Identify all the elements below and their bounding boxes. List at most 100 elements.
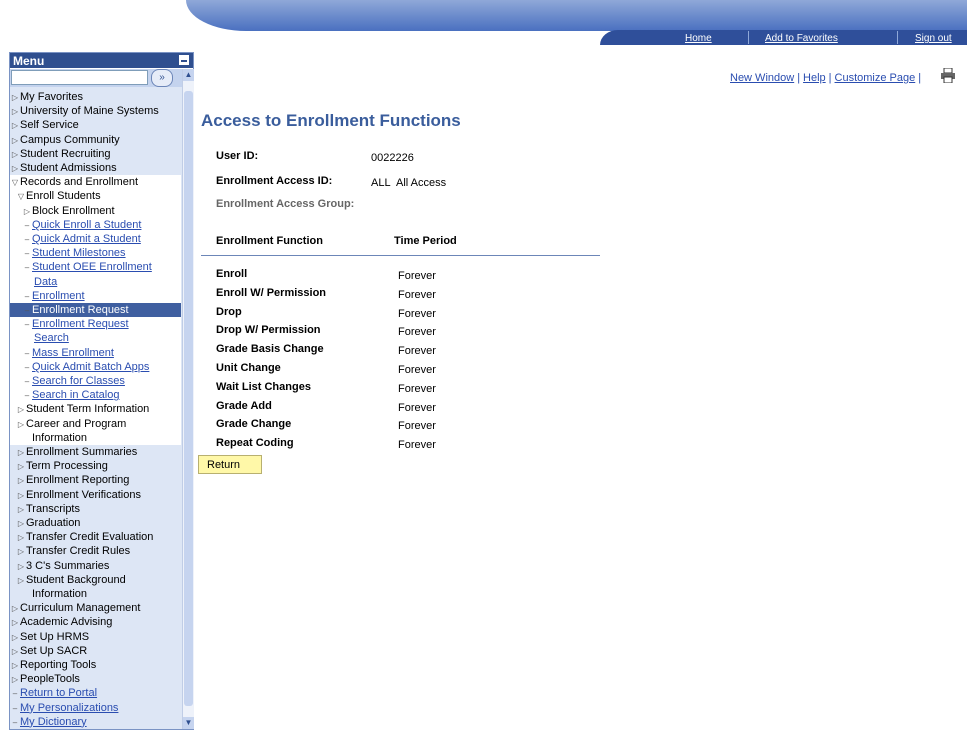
expand-triangle-icon[interactable]: ▷ [16,517,26,531]
home-link[interactable]: Home [685,33,712,44]
menu-item-search-for-classes[interactable]: – Search for Classes [22,374,125,388]
menu-item-quick-admit-a-student[interactable]: – Quick Admit a Student [22,232,141,246]
menu-item-student-milestones[interactable]: – Student Milestones [22,246,126,260]
menu-item-enroll-students[interactable]: ▽ Enroll Students [16,189,101,203]
menu-item-quick-enroll-a-student[interactable]: – Quick Enroll a Student [22,218,142,232]
menu-item-academic-advising[interactable]: ▷ Academic Advising [10,615,112,629]
access-id-label: Enrollment Access ID: [216,175,333,187]
menu-item-campus-community[interactable]: ▷ Campus Community [10,133,120,147]
expand-triangle-icon[interactable]: ▷ [16,560,26,574]
expand-triangle-icon[interactable]: ▷ [10,162,20,176]
menu-item-enrollment-request[interactable]: – Enrollment Request [10,303,181,317]
scroll-up-icon[interactable]: ▲ [183,69,194,81]
column-header-time-period: Time Period [394,235,457,247]
new-window-link[interactable]: New Window [730,72,794,84]
customize-page-link[interactable]: Customize Page [835,72,916,84]
menu-item-my-favorites[interactable]: ▷ My Favorites [10,90,83,104]
expand-triangle-icon[interactable]: ▷ [16,446,26,460]
menu-item-student-admissions[interactable]: ▷ Student Admissions [10,161,117,175]
menu-item-search-in-catalog[interactable]: – Search in Catalog [22,388,120,402]
expand-triangle-icon[interactable]: ▷ [16,403,26,417]
expand-triangle-icon[interactable]: ▷ [10,602,20,616]
menu-item-student-oee-enrollment[interactable]: – Student OEE Enrollment [22,260,152,274]
menu-item-my-personalizations[interactable]: – My Personalizations [10,701,119,715]
menu-item-return-to-portal[interactable]: – Return to Portal [10,686,97,700]
menu-item-3-c-s-summaries[interactable]: ▷ 3 C's Summaries [16,559,109,573]
menu-item-peopletools[interactable]: ▷ PeopleTools [10,672,80,686]
menu-item-transfer-credit-evaluation[interactable]: ▷ Transfer Credit Evaluation [16,530,153,544]
expand-triangle-icon[interactable]: ▷ [10,659,20,673]
enrollment-function-name: Drop [216,305,242,318]
menu-item-transfer-credit-rules[interactable]: ▷ Transfer Credit Rules [16,544,130,558]
menu-item-transcripts[interactable]: ▷ Transcripts [16,502,80,516]
dash-bullet-icon: – [24,220,30,230]
time-period-value: Forever [398,401,436,414]
expand-triangle-icon[interactable]: ▷ [10,148,20,162]
expand-triangle-icon[interactable]: ▷ [10,119,20,133]
enrollment-function-name: Drop W/ Permission [216,324,321,337]
menu-item-label: My Dictionary [20,715,87,728]
enrollment-function-name: Wait List Changes [216,380,311,393]
dash-bullet-icon: – [24,320,30,330]
menu-item-student-background[interactable]: ▷ Student Background [16,573,126,587]
menu-item-records-and-enrollment[interactable]: ▽ Records and Enrollment [10,175,138,189]
menu-item-term-processing[interactable]: ▷ Term Processing [16,459,108,473]
dash-bullet-icon: – [24,263,30,273]
expand-triangle-icon[interactable]: ▷ [16,460,26,474]
time-period-value: Forever [398,307,436,320]
menu-search-input[interactable] [11,70,148,85]
expand-triangle-icon[interactable]: ▷ [10,673,20,687]
expand-triangle-icon[interactable]: ▷ [16,503,26,517]
menu-item-data[interactable]: Data [34,275,57,289]
menu-scrollbar[interactable]: ▲ ▼ [182,69,194,729]
menu-item-label: Enrollment Verifications [26,488,141,501]
add-to-favorites-link[interactable]: Add to Favorites [765,33,838,44]
menu-item-quick-admit-batch-apps[interactable]: – Quick Admit Batch Apps [22,360,150,374]
menu-item-enrollment-request[interactable]: – Enrollment Request [22,317,129,331]
collapse-triangle-icon[interactable]: ▽ [10,176,20,190]
menu-item-set-up-sacr[interactable]: ▷ Set Up SACR [10,644,87,658]
expand-triangle-icon[interactable]: ▷ [10,631,20,645]
menu-item-career-and-program[interactable]: ▷ Career and Program [16,417,126,431]
expand-triangle-icon[interactable]: ▷ [10,134,20,148]
menu-item-enrollment-reporting[interactable]: ▷ Enrollment Reporting [16,473,129,487]
menu-item-university-of-maine-systems[interactable]: ▷ University of Maine Systems [10,104,159,118]
return-button[interactable]: Return [198,455,262,474]
expand-triangle-icon[interactable]: ▷ [10,105,20,119]
menu-item-enrollment[interactable]: – Enrollment [22,289,85,303]
expand-triangle-icon[interactable]: ▷ [10,616,20,630]
menu-item-curriculum-management[interactable]: ▷ Curriculum Management [10,601,141,616]
expand-triangle-icon[interactable]: ▷ [10,91,20,105]
menu-item-mass-enrollment[interactable]: – Mass Enrollment [22,346,114,360]
expand-triangle-icon[interactable]: ▷ [16,489,26,503]
expand-triangle-icon[interactable]: ▷ [10,645,20,659]
page-utility-links: New Window | Help | Customize Page | [730,72,924,84]
expand-triangle-icon[interactable]: ▷ [16,531,26,545]
expand-triangle-icon[interactable]: ▷ [22,205,32,219]
expand-triangle-icon[interactable]: ▷ [16,474,26,488]
menu-item-student-recruiting[interactable]: ▷ Student Recruiting [10,147,111,161]
menu-item-search[interactable]: Search [34,331,69,345]
expand-triangle-icon[interactable]: ▷ [16,545,26,559]
menu-item-block-enrollment[interactable]: ▷ Block Enrollment [22,204,115,218]
dash-bullet-icon: – [24,362,30,372]
menu-item-set-up-hrms[interactable]: ▷ Set Up HRMS [10,630,89,644]
scroll-down-icon[interactable]: ▼ [183,717,194,729]
menu-item-student-term-information[interactable]: ▷ Student Term Information [16,402,149,416]
sign-out-link[interactable]: Sign out [915,33,952,44]
menu-item-label: Curriculum Management [20,602,141,615]
menu-item-enrollment-verifications[interactable]: ▷ Enrollment Verifications [16,488,141,502]
help-link[interactable]: Help [803,72,826,84]
expand-triangle-icon[interactable]: ▷ [16,418,26,432]
menu-item-my-dictionary[interactable]: – My Dictionary [10,715,87,729]
menu-item-graduation[interactable]: ▷ Graduation [16,516,81,531]
scroll-thumb[interactable] [184,91,193,706]
menu-item-self-service[interactable]: ▷ Self Service [10,118,79,132]
menu-item-reporting-tools[interactable]: ▷ Reporting Tools [10,658,96,672]
menu-item-enrollment-summaries[interactable]: ▷ Enrollment Summaries [16,445,137,459]
expand-triangle-icon[interactable]: ▷ [16,574,26,588]
minimize-icon[interactable] [179,55,189,65]
http-print-icon[interactable] [941,68,955,83]
search-go-icon[interactable]: » [151,69,173,87]
collapse-triangle-icon[interactable]: ▽ [16,190,26,204]
